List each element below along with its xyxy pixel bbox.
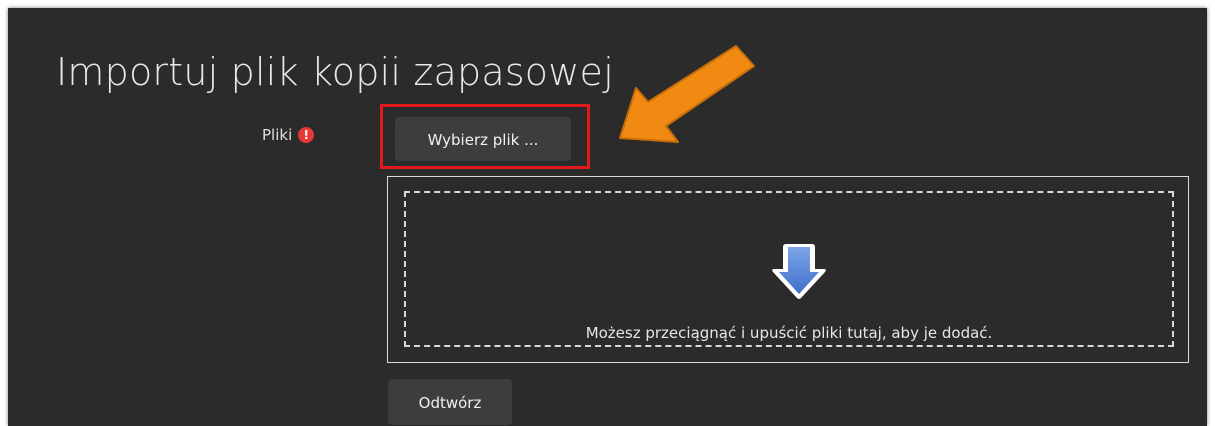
dropzone-hint-text: Możesz przeciągnąć i upuścić pliki tutaj… [585, 324, 993, 342]
page-title: Importuj plik kopii zapasowej [56, 50, 614, 94]
choose-file-button[interactable]: Wybierz plik ... [395, 117, 571, 161]
content-panel: Importuj plik kopii zapasowej Pliki ! Wy… [8, 8, 1207, 426]
files-label-text: Pliki [262, 126, 293, 144]
annotation-arrow-icon [619, 45, 755, 143]
file-dropzone[interactable]: Możesz przeciągnąć i upuścić pliki tutaj… [387, 176, 1189, 363]
download-arrow-icon [772, 244, 826, 299]
dropzone-dashed-area[interactable]: Możesz przeciągnąć i upuścić pliki tutaj… [404, 191, 1174, 347]
files-field-label: Pliki ! [262, 126, 315, 144]
restore-button[interactable]: Odtwórz [388, 379, 512, 425]
exclamation-circle-icon: ! [298, 127, 315, 143]
